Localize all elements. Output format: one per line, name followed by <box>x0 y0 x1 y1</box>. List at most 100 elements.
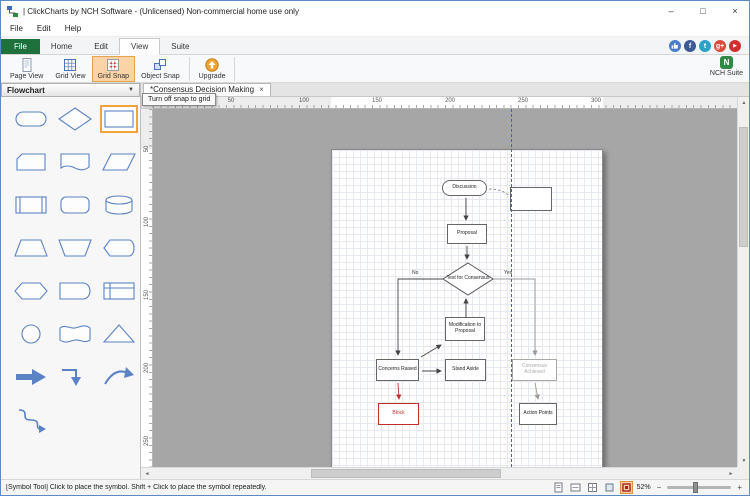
tab-view[interactable]: View <box>119 38 160 55</box>
label-no: No <box>412 270 418 276</box>
node-stand-aside[interactable]: Stand Aside <box>445 359 486 381</box>
close-button[interactable]: × <box>721 1 749 21</box>
shape-parallelogram[interactable] <box>101 149 137 175</box>
shape-internal-storage[interactable] <box>101 278 137 304</box>
horizontal-ruler: 0 50 100 150 200 250 300 <box>153 97 739 109</box>
node-action-points[interactable]: Action Points <box>519 403 557 425</box>
facebook-icon[interactable]: f <box>684 40 696 52</box>
drawing-canvas[interactable]: Discussion Proposal Test for Consensus N… <box>153 109 737 467</box>
node-consensus-achieved[interactable]: Consensus Achieved <box>512 359 557 381</box>
youtube-icon[interactable]: ▶ <box>729 40 741 52</box>
shape-trapezoid[interactable] <box>13 235 49 261</box>
shape-triangle[interactable] <box>101 321 137 347</box>
node-concerns-raised[interactable]: Concerns Raised <box>376 359 419 381</box>
shape-arrow-right[interactable] <box>13 364 49 390</box>
social-links: f t g+ ▶ <box>669 40 741 52</box>
shape-rounded-rectangle[interactable] <box>57 192 93 218</box>
zoom-out-button[interactable]: − <box>655 483 664 492</box>
ruler-mark: 100 <box>299 98 309 104</box>
chevron-down-icon: ▼ <box>128 87 134 93</box>
ruler-mark: 200 <box>445 98 455 104</box>
titlebar: | ClickCharts by NCH Software - (Unlicen… <box>1 1 749 21</box>
shape-document[interactable] <box>57 149 93 175</box>
shape-predefined-process[interactable] <box>13 192 49 218</box>
document-tab-bar: *Consensus Decision Making × <box>141 83 749 97</box>
tab-suite[interactable]: Suite <box>160 39 200 54</box>
vertical-scroll-thumb[interactable] <box>739 127 748 247</box>
shape-delay[interactable] <box>57 278 93 304</box>
shape-elbow-arrow[interactable] <box>57 364 93 390</box>
shape-curved-arrow[interactable] <box>101 364 137 390</box>
shape-grid <box>1 97 140 442</box>
shape-process-selected[interactable] <box>101 106 137 132</box>
toolbar-separator <box>234 57 235 81</box>
symbol-tool-icon[interactable] <box>620 481 633 494</box>
menu-help[interactable]: Help <box>58 22 88 35</box>
ruler-mark: 150 <box>372 98 382 104</box>
node-modification[interactable]: Modification to Proposal <box>445 317 485 341</box>
zoom-slider[interactable] <box>667 486 731 489</box>
nch-suite-button[interactable]: N NCH Suite <box>710 56 743 77</box>
tab-file[interactable]: File <box>1 39 40 54</box>
node-proposal[interactable]: Proposal <box>447 224 487 244</box>
grid-view-button[interactable]: Grid View <box>49 56 91 82</box>
node-discussion[interactable]: Discussion <box>442 180 487 196</box>
scroll-up-icon[interactable]: ▲ <box>738 97 750 109</box>
page-center-guide <box>511 109 512 467</box>
tab-home[interactable]: Home <box>40 39 83 54</box>
tab-close-icon[interactable]: × <box>259 85 264 94</box>
pan-tool-icon[interactable] <box>603 481 616 494</box>
like-icon[interactable] <box>669 40 681 52</box>
shape-connector-circle[interactable] <box>13 321 49 347</box>
ruler-mark: 300 <box>591 98 601 104</box>
twitter-icon[interactable]: t <box>699 40 711 52</box>
fit-page-icon[interactable] <box>552 481 565 494</box>
grid-view-icon <box>63 58 77 72</box>
ruler-mark: 250 <box>144 435 150 447</box>
ruler-mark: 250 <box>518 98 528 104</box>
object-snap-button[interactable]: Object Snap <box>135 56 186 82</box>
shape-database-cylinder[interactable] <box>101 192 137 218</box>
nch-suite-icon: N <box>720 56 733 69</box>
maximize-button[interactable]: □ <box>689 1 717 21</box>
zoom-in-button[interactable]: + <box>735 483 744 492</box>
page-view-icon <box>20 58 34 72</box>
scroll-down-icon[interactable]: ▼ <box>738 455 750 467</box>
horizontal-scrollbar[interactable]: ◄ ► <box>141 467 737 479</box>
tab-edit[interactable]: Edit <box>83 39 119 54</box>
menu-edit[interactable]: Edit <box>30 22 58 35</box>
google-plus-icon[interactable]: g+ <box>714 40 726 52</box>
shape-tape[interactable] <box>57 321 93 347</box>
shape-preparation-hexagon[interactable] <box>13 278 49 304</box>
menu-file[interactable]: File <box>3 22 30 35</box>
document-page[interactable]: Discussion Proposal Test for Consensus N… <box>331 149 603 467</box>
shape-category-dropdown[interactable]: Flowchart ▼ <box>1 83 140 97</box>
node-block[interactable]: Block <box>378 403 419 425</box>
shape-terminator[interactable] <box>13 106 49 132</box>
page-view-button[interactable]: Page View <box>4 56 49 82</box>
upgrade-button[interactable]: Upgrade <box>193 56 232 82</box>
ruler-mark: 200 <box>144 362 150 374</box>
node-blank[interactable] <box>510 187 552 211</box>
ruler-mark: 150 <box>144 289 150 301</box>
shape-palette: Flowchart ▼ <box>1 83 141 479</box>
connector-layer <box>332 150 604 467</box>
shape-card[interactable] <box>13 149 49 175</box>
zoom-slider-thumb[interactable] <box>693 482 698 493</box>
ruler-mark: 50 <box>228 98 235 104</box>
grid-snap-button[interactable]: Grid Snap <box>92 56 136 82</box>
shape-s-connector[interactable] <box>13 407 49 433</box>
zoom-level[interactable]: 52% <box>637 484 651 491</box>
shape-display[interactable] <box>101 235 137 261</box>
scrollbar-corner <box>737 467 749 479</box>
shape-manual-operation[interactable] <box>57 235 93 261</box>
node-test-for-consensus[interactable]: Test for Consensus <box>443 263 493 295</box>
palette-title: Flowchart <box>7 86 45 95</box>
horizontal-scroll-thumb[interactable] <box>311 469 501 478</box>
vertical-scrollbar[interactable]: ▲ ▼ <box>737 97 749 467</box>
minimize-button[interactable]: – <box>657 1 685 21</box>
shape-decision[interactable] <box>57 106 93 132</box>
fit-width-icon[interactable] <box>569 481 582 494</box>
actual-size-icon[interactable] <box>586 481 599 494</box>
upgrade-icon <box>205 58 219 72</box>
